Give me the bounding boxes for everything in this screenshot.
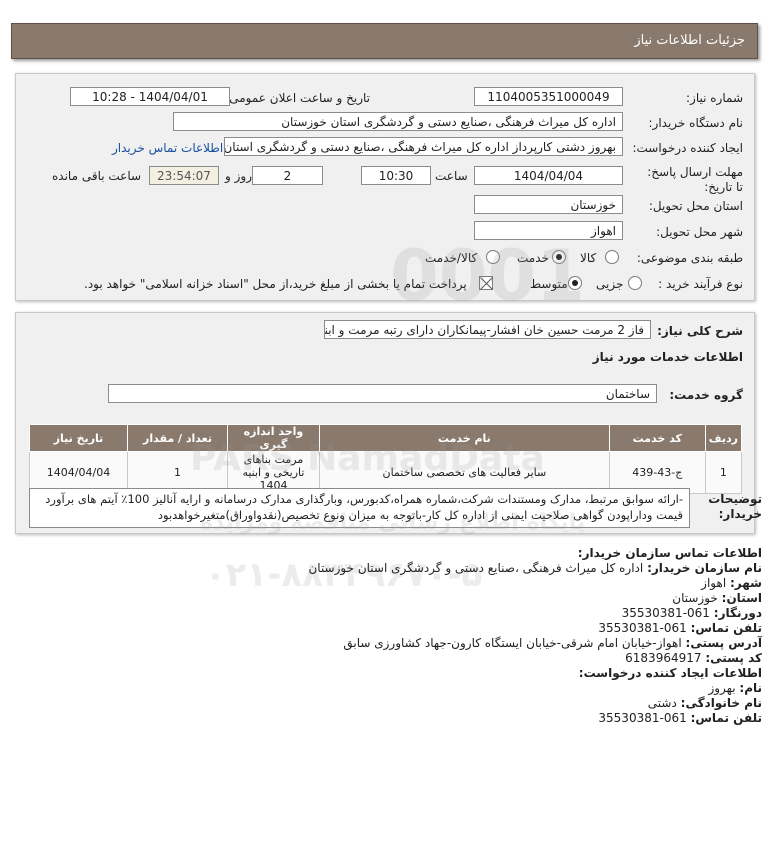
contact-city-label: شهر: xyxy=(730,576,762,590)
creator-name-line: نام: بهروز xyxy=(708,681,762,695)
creator-phone-value: 061-35530381 xyxy=(598,711,687,725)
col-code-header: کد خدمت xyxy=(608,424,706,452)
creator-name-label: نام: xyxy=(739,681,762,695)
contact-postal-value: 6183964917 xyxy=(625,651,702,665)
deadline-time-label: ساعت xyxy=(435,169,468,183)
description-label: شرح کلی نیاز: xyxy=(657,324,743,338)
service-group-field: ساختمان xyxy=(108,384,657,403)
days-label: روز و xyxy=(225,169,252,183)
contact-fax-label: دورنگار: xyxy=(713,606,762,620)
buyer-notes-label: توضیحات خریدار: xyxy=(708,492,762,521)
contact-org-line: نام سازمان خریدار: اداره کل میراث فرهنگی… xyxy=(308,561,762,575)
contact-fax-line: دورنگار: 061-35530381 xyxy=(622,606,762,620)
announce-label: تاریخ و ساعت اعلان عمومی: xyxy=(225,91,370,105)
deadline-label: مهلت ارسال پاسخ: تا تاریخ: xyxy=(647,165,743,194)
contact-province-line: استان: خوزستان xyxy=(672,591,762,605)
contact-postal-line: کد پستی: 6183964917 xyxy=(625,651,762,665)
need-info-panel xyxy=(15,73,755,301)
need-number-label: شماره نیاز: xyxy=(686,91,743,105)
contact-phone-value: 061-35530381 xyxy=(598,621,687,635)
payment-note: پرداخت تمام یا بخشی از مبلغ خرید،از محل … xyxy=(84,277,467,291)
services-table: ردیف کد خدمت نام خدمت واحد اندازه گیری ت… xyxy=(28,424,743,494)
category-option-goods: کالا xyxy=(580,251,597,265)
treasury-checkbox[interactable] xyxy=(479,276,493,290)
announce-field: 1404/04/01 - 10:28 xyxy=(70,87,230,106)
contact-heading: اطلاعات تماس سازمان خریدار: xyxy=(578,546,762,560)
process-label: نوع فرآیند خرید : xyxy=(658,277,743,291)
buyer-org-field: اداره کل میراث فرهنگی ،صنایع دستی و گردش… xyxy=(173,112,623,131)
category-radio-service[interactable] xyxy=(552,250,566,264)
city-field: اهواز xyxy=(474,221,623,240)
contact-address-line: آدرس پستی: اهواز-خیابان امام شرقی-خیابان… xyxy=(343,636,762,650)
category-option-service: خدمت xyxy=(517,251,549,265)
category-radio-goods-service[interactable] xyxy=(486,250,500,264)
contact-postal-label: کد پستی: xyxy=(705,651,762,665)
col-name-header: نام خدمت xyxy=(318,424,610,452)
creator-heading-text: اطلاعات ایجاد کننده درخواست: xyxy=(578,666,762,680)
creator-phone-line: تلفن تماس: 061-35530381 xyxy=(598,711,762,725)
services-heading: اطلاعات خدمات مورد نیاز xyxy=(592,350,743,364)
category-option-goods-service: کالا/خدمت xyxy=(425,251,478,265)
deadline-time-field: 10:30 xyxy=(361,166,431,185)
page-title-bar: جزئیات اطلاعات نیاز xyxy=(11,23,758,59)
col-row-header: ردیف xyxy=(704,424,743,452)
contact-province-value: خوزستان xyxy=(672,591,718,605)
page-title: جزئیات اطلاعات نیاز xyxy=(634,33,745,48)
creator-label: ایجاد کننده درخواست: xyxy=(632,141,743,155)
col-date-header: تاریخ نیاز xyxy=(28,424,129,452)
buyer-org-label: نام دستگاه خریدار: xyxy=(648,116,744,130)
province-field: خوزستان xyxy=(474,195,623,214)
deadline-date-field: 1404/04/04 xyxy=(474,166,623,185)
col-qty-header: تعداد / مقدار xyxy=(127,424,228,452)
contact-phone-line: تلفن تماس: 061-35530381 xyxy=(598,621,762,635)
service-group-label: گروه خدمت: xyxy=(669,388,743,402)
need-number-field: 1104005351000049 xyxy=(474,87,623,106)
days-field: 2 xyxy=(252,166,323,185)
process-option-medium: متوسط xyxy=(530,277,568,291)
contact-address-label: آدرس پستی: xyxy=(685,636,762,650)
category-label: طبقه بندی موضوعی: xyxy=(636,251,743,265)
creator-heading: اطلاعات ایجاد کننده درخواست: xyxy=(579,666,762,680)
table-header-row: ردیف کد خدمت نام خدمت واحد اندازه گیری ت… xyxy=(28,424,743,452)
remaining-time-field: 23:54:07 xyxy=(149,166,219,185)
buyer-notes-box: -ارائه سوابق مرتبط، مدارک ومستندات شرکت،… xyxy=(29,488,690,528)
buyer-contact-link[interactable]: اطلاعات تماس خریدار xyxy=(112,141,223,155)
process-option-minor: جزیی xyxy=(596,277,624,291)
process-radio-medium[interactable] xyxy=(568,276,582,290)
remaining-label: ساعت باقی مانده xyxy=(52,169,142,183)
category-radio-goods[interactable] xyxy=(605,250,619,264)
contact-phone-label: تلفن تماس: xyxy=(690,621,762,635)
contact-heading-text: اطلاعات تماس سازمان خریدار: xyxy=(577,546,762,560)
contact-city-line: شهر: اهواز xyxy=(701,576,762,590)
contact-city-value: اهواز xyxy=(701,576,727,590)
contact-address-value: اهواز-خیابان امام شرقی-خیابان ایستگاه کا… xyxy=(343,636,682,650)
col-unit-header: واحد اندازه گیری xyxy=(226,424,320,452)
creator-phone-label: تلفن تماس: xyxy=(690,711,762,725)
province-label: استان محل تحویل: xyxy=(648,199,743,213)
contact-fax-value: 061-35530381 xyxy=(621,606,710,620)
creator-family-line: نام خانوادگی: دشتی xyxy=(648,696,762,710)
contact-org-label: نام سازمان خریدار: xyxy=(647,561,762,575)
process-radio-minor[interactable] xyxy=(628,276,642,290)
creator-family-label: نام خانوادگی: xyxy=(680,696,762,710)
creator-field: بهروز دشتی کارپرداز اداره کل میراث فرهنگ… xyxy=(224,137,623,156)
contact-province-label: استان: xyxy=(721,591,762,605)
city-label: شهر محل تحویل: xyxy=(656,225,743,239)
description-field: فاز 2 مرمت حسین خان افشار-پیمانکاران دار… xyxy=(324,320,651,339)
creator-family-value: دشتی xyxy=(647,696,677,710)
contact-org-value: اداره کل میراث فرهنگی ،صنایع دستی و گردش… xyxy=(308,561,644,575)
cell-row: 1 xyxy=(704,451,743,494)
creator-name-value: بهروز xyxy=(708,681,736,695)
